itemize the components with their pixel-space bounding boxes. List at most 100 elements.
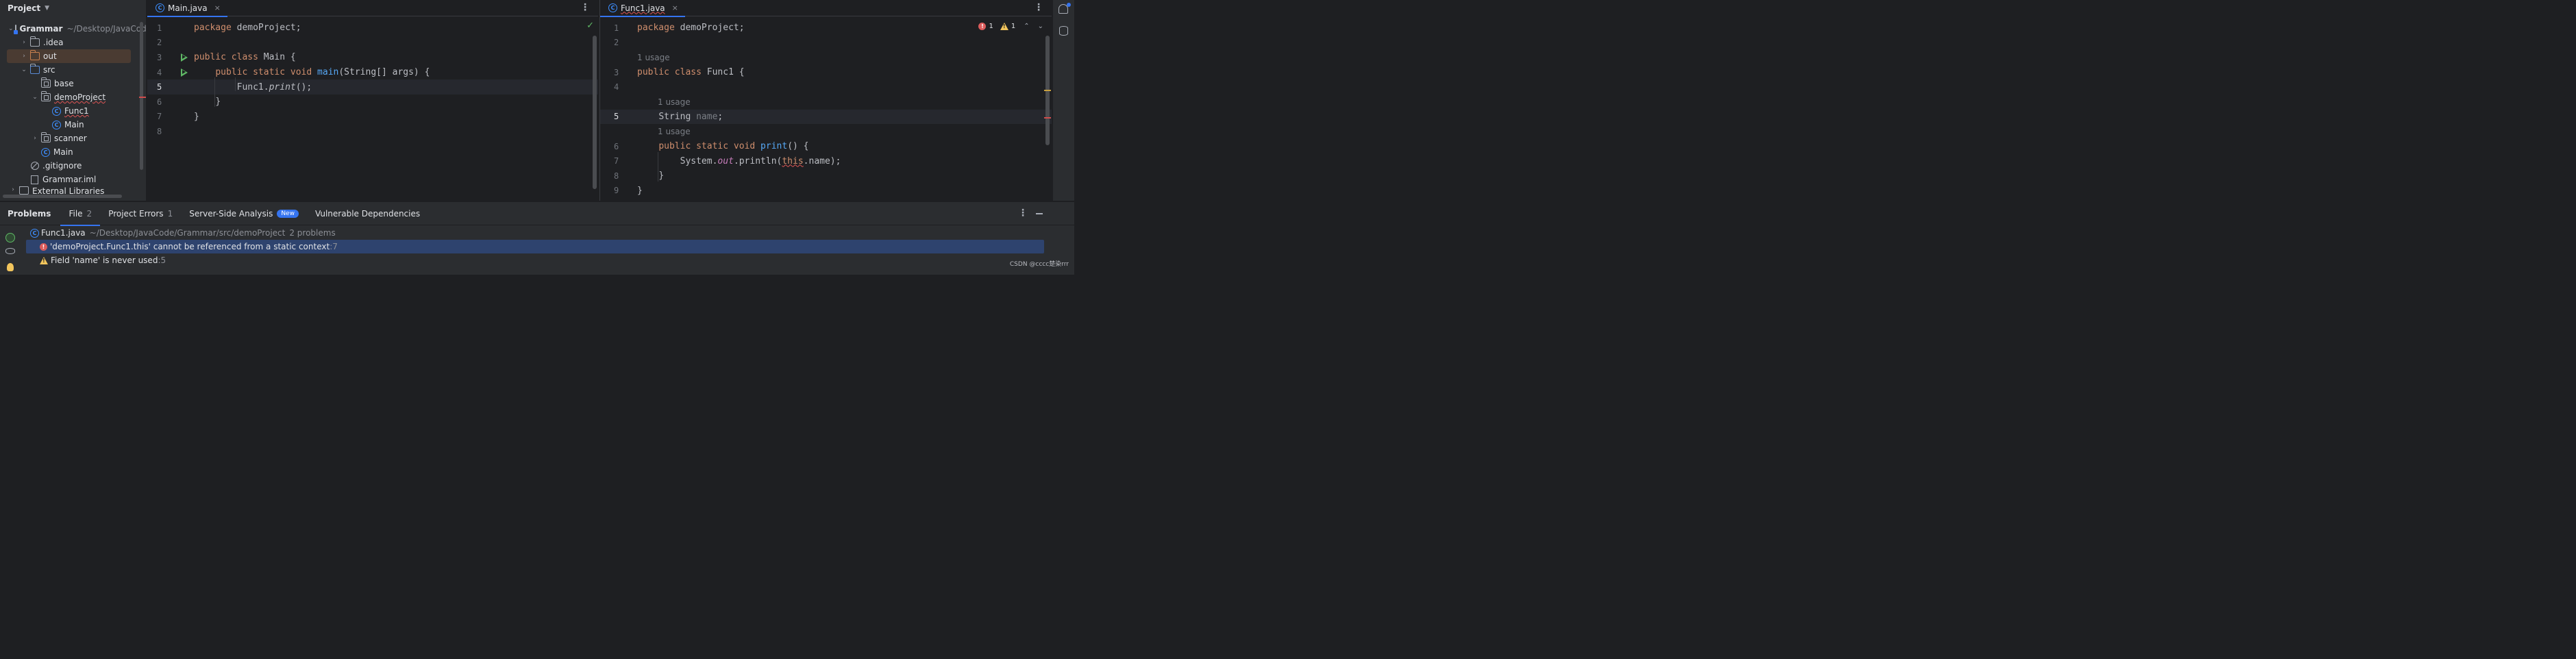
project-tool-window: Project ▼ ⌄ Grammar ~/Desktop/JavaCode ›… [0,0,147,201]
problem-location: :7 [330,242,338,251]
chevron-right-icon[interactable]: › [19,53,29,60]
tree-item-grammar[interactable]: ⌄ Grammar ~/Desktop/JavaCode [0,22,146,36]
tab-project-errors[interactable]: Project Errors 1 [100,202,181,225]
tab-count: 2 [86,208,92,219]
chevron-down-icon: ▼ [45,5,49,12]
chevron-down-icon[interactable]: ⌄ [8,25,14,32]
package-icon [41,132,51,142]
tree-item-grammar-iml[interactable]: Grammar.iml [0,173,146,186]
line-number: 7 [614,156,619,166]
tab-func1-java[interactable]: C Func1.java × [600,0,685,17]
tree-item-demoproject[interactable]: ⌄ demoProject [0,90,146,104]
line-number: 4 [614,82,619,92]
tree-item-external-libraries[interactable]: › External Libraries [0,186,146,195]
editor-func1-java[interactable]: C Func1.java × ⋮ ! 1 1 ⌃ ⌄ 1 package dem… [599,0,1052,201]
code-line: 8 [147,124,598,139]
tab-file[interactable]: File 2 [60,202,100,226]
code-vision-hint[interactable]: 1 usage [600,124,1052,139]
more-options-icon[interactable]: ⋮ [1034,2,1043,13]
line-number: 2 [157,38,162,48]
tree-item-scanner[interactable]: › scanner [0,132,146,145]
tree-item-idea[interactable]: › .idea [0,36,146,49]
indent-guide [214,77,215,107]
tree-item-main[interactable]: C Main [0,118,146,132]
tree-item-label: demoProject [54,92,106,102]
class-icon: C [41,147,50,157]
source-folder-icon [30,64,40,74]
more-options-icon[interactable]: ⋮ [1018,208,1028,219]
code-line: 6 public static void print() { [600,139,1052,154]
code-line: 8 } [600,169,1052,184]
warning-stripe-mark[interactable] [1044,90,1051,91]
line-number: 2 [614,38,619,48]
tab-vulnerable-dependencies[interactable]: Vulnerable Dependencies [307,202,428,225]
code-line: 4 [600,79,1052,95]
problems-title: Problems [8,208,51,219]
code-area[interactable]: 1 package demoProject; 2 1 usage 3 publi… [600,21,1052,198]
folder-icon [30,36,40,47]
run-icon[interactable] [181,53,188,62]
chevron-down-icon[interactable]: ⌄ [30,94,40,101]
problems-toolbar [0,226,21,275]
editor-tab-bar: C Func1.java × ⋮ [600,0,1052,17]
eye-icon[interactable] [5,248,15,254]
editor-vertical-scrollbar[interactable] [593,36,597,189]
problem-row-error[interactable]: ! 'demoProject.Func1.this' cannot be ref… [26,240,1044,253]
problem-row-warning[interactable]: Field 'name' is never used :5 [26,253,1044,267]
run-icon[interactable] [181,68,188,77]
problem-message: 'demoProject.Func1.this' cannot be refer… [50,242,330,251]
lightbulb-icon[interactable] [7,263,14,271]
tab-server-side-analysis[interactable]: Server-Side Analysis New [181,202,307,225]
project-view-selector[interactable]: Project ▼ [0,0,146,16]
error-stripe-mark[interactable] [1044,117,1051,119]
tree-item-label: .idea [43,38,64,47]
editor-main-java[interactable]: C Main.java × ⋮ ✓ 1 package demoProject;… [147,0,598,201]
code-line: 1 package demoProject; [147,21,598,36]
minimize-icon[interactable] [1036,213,1043,214]
new-badge: New [277,209,299,218]
tree-item-gitignore[interactable]: .gitignore [0,159,146,173]
watermark-text: CSDN @cccc楚染rrr [1009,261,1069,268]
tree-item-func1[interactable]: C Func1 [0,104,146,118]
tree-item-main-class[interactable]: C Main [0,145,146,159]
more-options-icon[interactable]: ⋮ [580,2,590,13]
tree-item-label: Grammar.iml [42,175,97,184]
line-number: 7 [157,112,162,122]
problem-file-row[interactable]: C Func1.java ~/Desktop/JavaCode/Grammar/… [26,226,1044,240]
chevron-right-icon[interactable]: › [19,39,29,46]
class-icon: C [30,228,39,238]
project-horizontal-scrollbar[interactable] [3,195,122,198]
tree-item-label: Main [53,147,73,157]
usage-hint[interactable]: 1 usage [658,97,691,107]
notification-badge [1067,3,1071,7]
tree-item-base[interactable]: base [0,77,146,90]
class-icon: C [608,3,617,12]
chevron-down-icon[interactable]: ⌄ [19,66,29,73]
tree-item-label: src [43,65,55,75]
tree-item-src[interactable]: ⌄ src [0,63,146,77]
database-icon[interactable] [1059,26,1068,36]
package-icon [41,91,51,101]
close-icon[interactable]: × [214,3,221,12]
problem-message: Field 'name' is never used [51,256,158,265]
problems-tool-window: Problems File 2 Project Errors 1 Server-… [0,201,1074,275]
error-highlight[interactable]: this [782,156,803,166]
tree-item-out[interactable]: › out [7,49,131,63]
line-number: 3 [157,52,162,62]
close-icon[interactable]: × [672,3,678,12]
project-tree: ⌄ Grammar ~/Desktop/JavaCode › .idea › o… [0,22,146,195]
code-vision-hint[interactable]: 1 usage [600,50,1052,65]
iml-file-icon [31,175,38,184]
code-vision-hint[interactable]: 1 usage [600,95,1052,110]
chevron-right-icon[interactable]: › [8,186,18,193]
tab-main-java[interactable]: C Main.java × [147,0,227,17]
tree-item-label: scanner [54,134,87,143]
usage-hint[interactable]: 1 usage [658,127,691,136]
code-line: 2 [147,36,598,51]
chevron-right-icon[interactable]: › [30,135,40,142]
autoscroll-icon[interactable] [5,233,15,243]
line-number: 6 [157,97,162,107]
usage-hint[interactable]: 1 usage [637,53,670,62]
error-icon: ! [40,243,47,251]
project-vertical-scrollbar[interactable] [140,22,143,170]
